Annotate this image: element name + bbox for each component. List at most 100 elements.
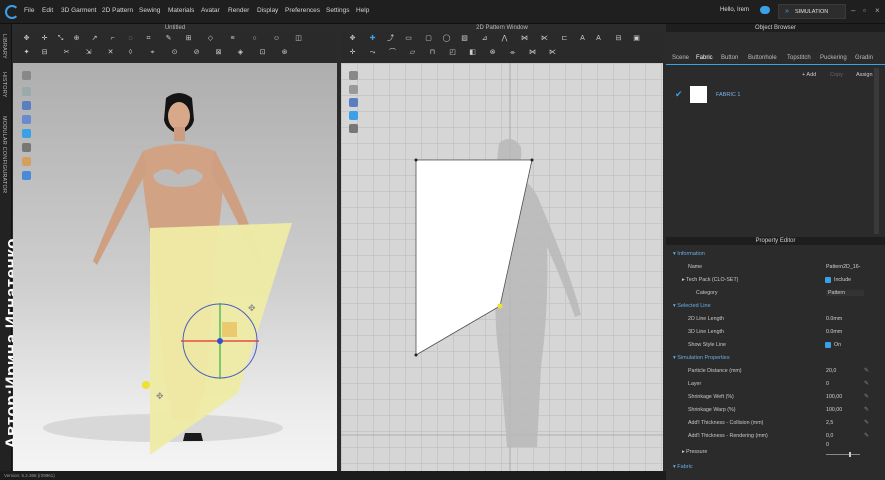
free-sewing-icon[interactable]: ⋉: [539, 34, 550, 43]
tab-buttonhole[interactable]: Buttonhole: [748, 55, 777, 61]
render-tool-icon[interactable]: ◫: [293, 34, 304, 43]
section-selected-line[interactable]: ▾ Selected Line: [673, 303, 711, 309]
rectangle-icon[interactable]: ▢: [423, 34, 434, 43]
avatar-tool-icon[interactable]: ☺: [271, 34, 282, 43]
section-information[interactable]: ▾ Information: [673, 251, 705, 257]
menu-sewing[interactable]: Sewing: [139, 7, 160, 14]
tab-grading[interactable]: Gradin: [855, 55, 873, 61]
tab-library[interactable]: LIBRARY: [1, 34, 7, 59]
tool2d-row2-7-icon[interactable]: ◧: [467, 48, 478, 57]
close-icon[interactable]: ×: [875, 6, 880, 15]
menu-help[interactable]: Help: [356, 7, 369, 14]
simulation-button[interactable]: » SIMULATION: [778, 4, 846, 19]
tool-row2-5-icon[interactable]: ✕: [105, 48, 116, 57]
tab-puckering[interactable]: Puckering: [820, 55, 847, 61]
tool2d-row2-6-icon[interactable]: ◰: [447, 48, 458, 57]
symmetry-icon[interactable]: ▣: [631, 34, 642, 43]
menu-display[interactable]: Display: [257, 7, 278, 14]
tool-row2-11-icon[interactable]: ◈: [235, 48, 246, 57]
point-icon[interactable]: ◇: [205, 34, 216, 43]
tool-row2-12-icon[interactable]: ⊡: [257, 48, 268, 57]
tool2d-row2-11-icon[interactable]: ⋉: [547, 48, 558, 57]
tab-history[interactable]: HISTORY: [1, 72, 7, 98]
section-simulation[interactable]: ▾ Simulation Properties: [673, 355, 730, 361]
tab-fabric[interactable]: Fabric: [696, 55, 713, 61]
tool-row2-13-icon[interactable]: ⊛: [279, 48, 290, 57]
line3d-value[interactable]: 0.0mm: [826, 329, 842, 335]
text-annotation-icon[interactable]: A: [577, 34, 588, 43]
internal-polygon-icon[interactable]: ▧: [459, 34, 470, 43]
text-size-icon[interactable]: A: [593, 34, 604, 43]
weft-value[interactable]: 100,00: [826, 394, 842, 400]
warp-value[interactable]: 100,00: [826, 407, 842, 413]
menu-avatar[interactable]: Avatar: [201, 7, 220, 14]
polygon-icon[interactable]: ▭: [403, 34, 414, 43]
pressure-label[interactable]: ▸ Pressure: [682, 449, 707, 455]
segment-sewing-icon[interactable]: ⋈: [519, 34, 530, 43]
trace-icon[interactable]: ⊿: [479, 34, 490, 43]
layer-value[interactable]: 0: [826, 381, 829, 387]
darts-icon[interactable]: ⋀: [499, 34, 510, 43]
rendering-value[interactable]: 0,0: [826, 433, 833, 439]
fold-icon[interactable]: ⤡: [55, 34, 66, 43]
tab-button[interactable]: Button: [721, 55, 738, 61]
edit-pencil-icon[interactable]: ✎: [864, 406, 869, 413]
edit-pencil-icon[interactable]: ✎: [864, 367, 869, 374]
viewport-2d[interactable]: [341, 63, 663, 471]
minimize-icon[interactable]: –: [851, 6, 855, 15]
pressure-slider-handle[interactable]: [849, 452, 851, 457]
steam-icon[interactable]: ◌: [125, 34, 136, 43]
menu-3d-garment[interactable]: 3D Garment: [61, 7, 96, 14]
tech-pack-label[interactable]: ▸ Tech Pack (CLO-SET): [682, 277, 738, 283]
select-mesh-icon[interactable]: ✛: [39, 34, 50, 43]
tool2d-row2-9-icon[interactable]: ⌯: [507, 48, 518, 57]
tool-row2-1-icon[interactable]: ✦: [21, 48, 32, 57]
edit-curvature-icon[interactable]: ⤴: [385, 34, 396, 43]
brush-icon[interactable]: ✎: [163, 34, 174, 43]
transform-pattern-icon[interactable]: ✥: [347, 34, 358, 43]
menu-render[interactable]: Render: [228, 7, 249, 14]
tool-row2-8-icon[interactable]: ⊙: [169, 48, 180, 57]
menu-settings[interactable]: Settings: [326, 7, 350, 14]
fold-line-icon[interactable]: ⊏: [559, 34, 570, 43]
cloud-icon[interactable]: [760, 6, 770, 14]
tool2d-row2-2-icon[interactable]: ⤳: [367, 48, 378, 57]
tool2d-row2-4-icon[interactable]: ▱: [407, 48, 418, 57]
tool-row2-7-icon[interactable]: ⌖: [147, 48, 158, 57]
line2d-value[interactable]: 0.0mm: [826, 316, 842, 322]
edit-pencil-icon[interactable]: ✎: [864, 432, 869, 439]
pressure-slider[interactable]: [826, 454, 860, 455]
edit-pattern-icon[interactable]: ✚: [367, 34, 378, 43]
tab-topstitch[interactable]: Topstitch: [787, 55, 811, 61]
arrange-icon[interactable]: ⊞: [183, 34, 194, 43]
grade-icon[interactable]: ⊟: [613, 34, 624, 43]
menu-materials[interactable]: Materials: [168, 7, 194, 14]
maximize-icon[interactable]: ▫: [863, 6, 866, 15]
pin-icon[interactable]: ↗: [89, 34, 100, 43]
pressure-value[interactable]: 0: [826, 442, 829, 448]
assign-fabric-button[interactable]: Assign: [856, 72, 873, 78]
tab-scene[interactable]: Scene: [672, 55, 689, 61]
tool-row2-9-icon[interactable]: ⊘: [191, 48, 202, 57]
tool-row2-10-icon[interactable]: ⊠: [213, 48, 224, 57]
copy-fabric-button[interactable]: Copy: [830, 72, 843, 78]
edit-pencil-icon[interactable]: ✎: [864, 380, 869, 387]
section-fabric[interactable]: ▾ Fabric: [673, 464, 693, 470]
select-move-icon[interactable]: ✥: [21, 34, 32, 43]
add-fabric-button[interactable]: + Add: [802, 72, 816, 78]
tool2d-row2-8-icon[interactable]: ⊗: [487, 48, 498, 57]
edit-pencil-icon[interactable]: ✎: [864, 393, 869, 400]
edit-pencil-icon[interactable]: ✎: [864, 419, 869, 426]
fit-icon[interactable]: ⌗: [143, 34, 154, 43]
tool-row2-6-icon[interactable]: ◊: [125, 48, 136, 57]
tool-row2-4-icon[interactable]: ⇲: [83, 48, 94, 57]
particle-value[interactable]: 20,0: [826, 368, 836, 374]
tool-row2-3-icon[interactable]: ✂: [61, 48, 72, 57]
tool2d-row2-1-icon[interactable]: ✛: [347, 48, 358, 57]
fabric-list-item[interactable]: ✔ FABRIC 1: [672, 84, 879, 106]
tool2d-row2-3-icon[interactable]: ⌒: [387, 48, 398, 57]
menu-edit[interactable]: Edit: [42, 7, 53, 14]
menu-preferences[interactable]: Preferences: [285, 7, 320, 14]
button-tool-icon[interactable]: ○: [249, 34, 260, 43]
menu-2d-pattern[interactable]: 2D Pattern: [102, 7, 133, 14]
